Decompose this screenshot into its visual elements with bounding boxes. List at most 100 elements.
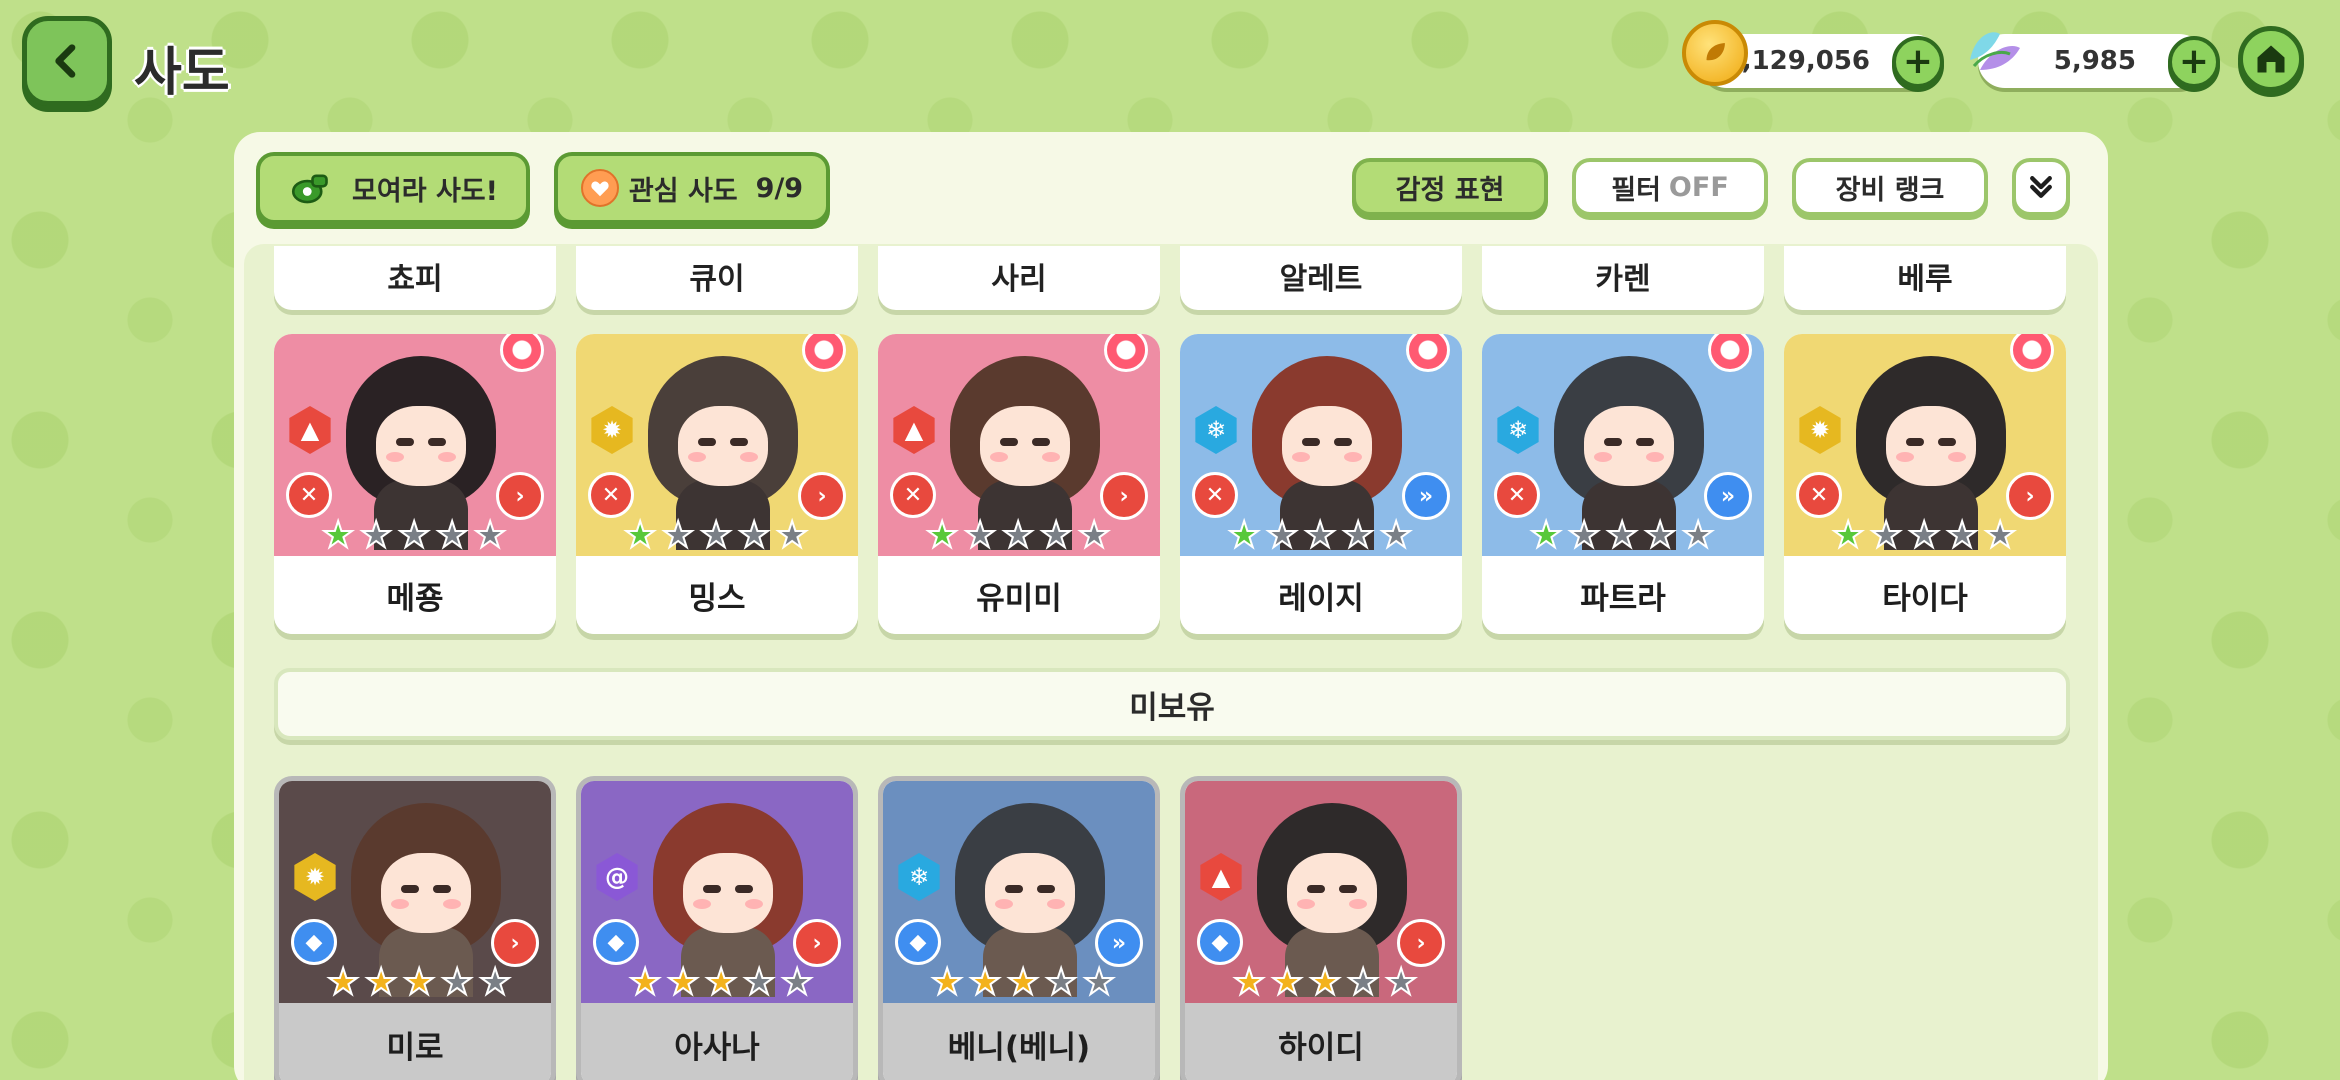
apostle-card-top-5[interactable]: 카렌: [1482, 246, 1764, 310]
shield-role-icon: ◆: [291, 919, 337, 965]
favorite-apostles-button[interactable]: 관심 사도 9/9: [554, 152, 830, 224]
star-empty-icon: ★: [1303, 515, 1337, 556]
apostle-name: 유미미: [878, 556, 1160, 634]
star-empty-icon: ★: [1869, 515, 1903, 556]
apostle-portrait: ✹ ✕ › ★ ★ ★ ★ ★: [576, 334, 858, 556]
star-empty-icon: ★: [1346, 962, 1380, 1003]
unowned-apostle-card[interactable]: ▲ ◆ › ★ ★ ★ ★ ★ 하이디: [1180, 776, 1462, 1080]
owned-apostle-card[interactable]: ▲ ✕ › ★ ★ ★ ★ ★ 유미미: [878, 334, 1160, 634]
back-button[interactable]: [22, 16, 112, 106]
star-filled-icon: ★: [628, 962, 662, 1003]
chevron-right-icon: ›: [2006, 472, 2054, 520]
ice-element-icon: ❄: [898, 853, 940, 901]
star-empty-icon: ★: [1341, 515, 1375, 556]
filter-button[interactable]: 필터 OFF: [1572, 158, 1768, 216]
apostle-name: 카렌: [1595, 262, 1651, 297]
star-rating: ★ ★ ★ ★ ★: [925, 515, 1114, 556]
star-empty-icon: ★: [1567, 515, 1601, 556]
light-element-icon: ✹: [1799, 406, 1841, 454]
filter-label: 필터: [1611, 174, 1661, 206]
unowned-apostle-card[interactable]: ✹ ◆ › ★ ★ ★ ★ ★ 미로: [274, 776, 556, 1080]
star-empty-icon: ★: [1605, 515, 1639, 556]
chevron-right-icon: ›: [793, 919, 841, 967]
star-empty-icon: ★: [1082, 962, 1116, 1003]
apostle-name: 알레트: [1279, 262, 1363, 297]
owned-apostle-card[interactable]: ▲ ✕ › ★ ★ ★ ★ ★ 메죵: [274, 334, 556, 634]
chevron-right-icon: ›: [496, 472, 544, 520]
apostle-name: 미로: [279, 1003, 551, 1080]
apostle-portrait: ✹ ◆ › ★ ★ ★ ★ ★: [279, 781, 551, 1003]
apostle-card-top-1[interactable]: 쵸피: [274, 246, 556, 310]
apostle-name: 타이다: [1784, 556, 2066, 634]
apostle-name: 하이디: [1185, 1003, 1457, 1080]
apostle-name: 큐이: [689, 262, 745, 297]
fire-element-icon: ▲: [1200, 853, 1242, 901]
chevron-right-icon: ›: [1397, 919, 1445, 967]
apostle-card-top-4[interactable]: 알레트: [1180, 246, 1462, 310]
expand-sort-button[interactable]: [2012, 158, 2070, 216]
favorite-flower-icon[interactable]: [500, 334, 544, 372]
ice-element-icon: ❄: [1497, 406, 1539, 454]
star-filled-icon: ★: [666, 962, 700, 1003]
star-empty-icon: ★: [1044, 962, 1078, 1003]
home-button[interactable]: [2238, 26, 2304, 92]
gather-apostles-button[interactable]: 모여라 사도!: [256, 152, 530, 224]
apostle-portrait: ▲ ◆ › ★ ★ ★ ★ ★: [1185, 781, 1457, 1003]
apostle-card-top-3[interactable]: 사리: [878, 246, 1160, 310]
star-empty-icon: ★: [1384, 962, 1418, 1003]
owned-apostle-card[interactable]: ✹ ✕ › ★ ★ ★ ★ ★ 타이다: [1784, 334, 2066, 634]
attack-role-icon: ✕: [1192, 472, 1238, 518]
apostle-portrait: ✹ ✕ › ★ ★ ★ ★ ★: [1784, 334, 2066, 556]
star-empty-icon: ★: [1907, 515, 1941, 556]
double-chevron-down-icon: [2030, 176, 2052, 198]
apostle-portrait: ❄ ◆» ★ ★ ★ ★ ★: [883, 781, 1155, 1003]
star-rating: ★ ★ ★ ★ ★: [1529, 515, 1718, 556]
fire-element-icon: ▲: [893, 406, 935, 454]
favorite-flower-icon[interactable]: [2010, 334, 2054, 372]
star-filled-icon: ★: [623, 515, 657, 556]
star-filled-icon: ★: [1227, 515, 1261, 556]
unowned-section-header: 미보유: [274, 668, 2070, 740]
favorite-flower-icon[interactable]: [802, 334, 846, 372]
emotion-toggle[interactable]: 감정 표현: [1352, 158, 1548, 216]
star-rating: ★ ★ ★ ★ ★: [623, 515, 812, 556]
favorite-flower-icon[interactable]: [1406, 334, 1450, 372]
whistle-icon: [288, 167, 330, 209]
apostle-card-top-2[interactable]: 큐이: [576, 246, 858, 310]
favorite-label: 관심 사도: [628, 175, 738, 207]
owned-apostle-card[interactable]: ❄ ✕» ★ ★ ★ ★ ★ 파트라: [1482, 334, 1764, 634]
gather-label: 모여라 사도!: [352, 175, 498, 207]
unowned-apostle-card[interactable]: @ ◆ › ★ ★ ★ ★ ★ 아사나: [576, 776, 858, 1080]
add-gold-button[interactable]: +: [1892, 36, 1944, 88]
apostle-portrait: ❄ ✕» ★ ★ ★ ★ ★: [1180, 334, 1462, 556]
star-empty-icon: ★: [1681, 515, 1715, 556]
add-gem-button[interactable]: +: [2168, 36, 2220, 88]
home-icon: [2257, 45, 2285, 73]
star-empty-icon: ★: [1945, 515, 1979, 556]
favorite-flower-icon[interactable]: [1708, 334, 1752, 372]
apostle-card-top-6[interactable]: 베루: [1784, 246, 2066, 310]
star-filled-icon: ★: [930, 962, 964, 1003]
favorite-count: 9/9: [755, 172, 804, 204]
owned-apostle-card[interactable]: ❄ ✕» ★ ★ ★ ★ ★ 레이지: [1180, 334, 1462, 634]
star-empty-icon: ★: [473, 515, 507, 556]
star-empty-icon: ★: [699, 515, 733, 556]
apostle-name: 사리: [991, 262, 1047, 297]
star-empty-icon: ★: [775, 515, 809, 556]
filter-state: OFF: [1668, 171, 1729, 203]
apostle-name: 쵸피: [387, 262, 443, 297]
unowned-section-label: 미보유: [1129, 689, 1215, 726]
chevron-right-icon: ›: [491, 919, 539, 967]
star-filled-icon: ★: [321, 515, 355, 556]
star-filled-icon: ★: [1232, 962, 1266, 1003]
gold-coin-icon: [1682, 20, 1748, 86]
star-filled-icon: ★: [968, 962, 1002, 1003]
apostle-portrait: ▲ ✕ › ★ ★ ★ ★ ★: [878, 334, 1160, 556]
double-chevron-right-icon: »: [1095, 919, 1143, 967]
owned-apostle-card[interactable]: ✹ ✕ › ★ ★ ★ ★ ★ 밍스: [576, 334, 858, 634]
star-empty-icon: ★: [963, 515, 997, 556]
equip-rank-sort-button[interactable]: 장비 랭크: [1792, 158, 1988, 216]
favorite-flower-icon[interactable]: [1104, 334, 1148, 372]
unowned-apostle-card[interactable]: ❄ ◆» ★ ★ ★ ★ ★ 베니(베니): [878, 776, 1160, 1080]
wind-element-icon: @: [596, 853, 638, 901]
